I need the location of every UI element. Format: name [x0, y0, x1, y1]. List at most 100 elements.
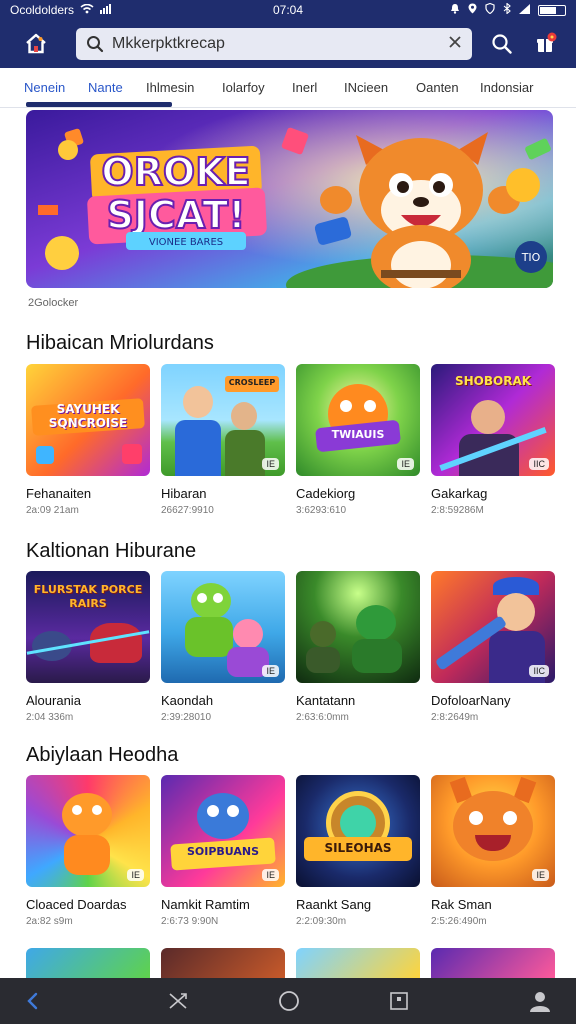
game-card-partial[interactable]	[296, 948, 420, 980]
wifi-icon	[80, 3, 94, 17]
tab-6[interactable]: Oanten	[416, 68, 480, 108]
shield-icon	[485, 2, 495, 17]
profile-button[interactable]	[520, 978, 560, 1024]
tab-5[interactable]: INcieen	[344, 68, 416, 108]
circle-home-icon	[279, 991, 299, 1011]
section-title-1: Hibaican Mriolurdans	[26, 332, 214, 354]
game-meta: 2:6:73 9:90N	[161, 916, 219, 927]
search-icon	[492, 34, 512, 54]
signal-icon	[100, 3, 112, 17]
game-meta: 2a:09 21am	[26, 505, 79, 516]
home-icon	[26, 33, 46, 54]
home-nav-button[interactable]	[269, 978, 309, 1024]
game-thumbnail: IE	[431, 775, 555, 887]
recents-button[interactable]	[379, 978, 419, 1024]
active-tab-indicator	[26, 102, 172, 107]
game-thumbnail: IE	[26, 775, 150, 887]
game-title: Rak Sman	[431, 897, 492, 912]
featured-banner[interactable]: OROKE SJCAT! VIONEE BARES TIO	[26, 110, 553, 288]
square-icon	[390, 992, 408, 1010]
game-card[interactable]: IE Kaondah 2:39:28010	[161, 571, 285, 723]
thumbnail-title: SHOBORAK	[454, 374, 532, 388]
thumbnail-title: SOIPBUANS	[186, 845, 260, 858]
search-bar	[76, 28, 472, 60]
game-card[interactable]: SOIPBUANS IE Namkit Ramtim 2:6:73 9:90N	[161, 775, 285, 927]
game-title: Cloaced Doardas	[26, 897, 127, 912]
banner-caption: 2Golocker	[28, 297, 79, 309]
close-icon	[449, 35, 461, 48]
cell-signal-icon	[519, 3, 530, 17]
game-card[interactable]: SHOBORAK IIC Gakarkag 2:8:59286M	[431, 364, 555, 516]
clear-search-button[interactable]	[448, 35, 462, 54]
game-badge: IIC	[529, 458, 549, 470]
back-icon	[27, 992, 38, 1010]
banner-title-line2: SJCAT!	[106, 193, 245, 237]
game-thumbnail: SILEOHAS	[296, 775, 420, 887]
game-title: Alourania	[26, 693, 81, 708]
game-thumbnail: IIC	[431, 571, 555, 683]
search-input[interactable]	[112, 35, 448, 53]
game-badge: IE	[262, 869, 279, 881]
banner-artwork: OROKE SJCAT! VIONEE BARES TIO	[26, 110, 553, 288]
game-badge: IE	[397, 458, 414, 470]
rewards-button[interactable]	[530, 28, 562, 60]
game-badge: IIC	[529, 665, 549, 677]
game-badge: IE	[127, 869, 144, 881]
thumbnail-title: CROSLEEP	[228, 378, 276, 387]
game-thumbnail	[296, 571, 420, 683]
game-meta: 26627:9910	[161, 505, 214, 516]
tab-7[interactable]: Indonsiar	[480, 68, 550, 108]
search-icon	[87, 36, 104, 53]
status-time: 07:04	[272, 3, 304, 17]
tab-4[interactable]: Inerl	[292, 68, 344, 108]
game-card[interactable]: TWIAUIS IE Cadekiorg 3:6293:610	[296, 364, 420, 516]
banner-tagline: VIONEE BARES	[149, 237, 223, 248]
banner-badge: TIO	[521, 251, 541, 264]
game-meta: 2:8:59286M	[431, 505, 484, 516]
game-card-partial[interactable]	[26, 948, 150, 980]
game-title: Hibaran	[161, 486, 207, 501]
banner-title-line1: OROKE	[101, 150, 250, 194]
home-button[interactable]	[18, 26, 54, 62]
game-thumbnail: CROSLEEP IE	[161, 364, 285, 476]
bluetooth-icon	[503, 2, 511, 17]
battery-icon	[538, 4, 566, 16]
game-title: Kantatann	[296, 693, 356, 708]
game-card[interactable]: SILEOHAS Raankt Sang 2:2:09:30m	[296, 775, 420, 927]
game-card[interactable]: Kantatann 2:63:6:0mm	[296, 571, 420, 723]
shuffle-button[interactable]	[158, 978, 198, 1024]
game-title: Raankt Sang	[296, 897, 372, 912]
game-meta: 2:8:2649m	[431, 712, 479, 723]
game-card[interactable]: CROSLEEP IE Hibaran 26627:9910	[161, 364, 285, 516]
game-meta: 3:6293:610	[296, 505, 347, 516]
game-card-partial[interactable]	[431, 948, 555, 980]
game-card[interactable]: FLURSTAK PORCE RAIRS Alourania 2:04 336m	[26, 571, 150, 723]
thumbnail-title: FLURSTAK PORCE RAIRS	[33, 583, 143, 610]
game-thumbnail: SAYUHEK SQNCROISE	[26, 364, 150, 476]
game-card[interactable]: SAYUHEK SQNCROISE Fehanaiten 2a:09 21am	[26, 364, 150, 516]
tab-3[interactable]: Iolarfoy	[222, 68, 292, 108]
back-button[interactable]	[14, 978, 54, 1024]
game-meta: 2:04 336m	[26, 712, 74, 723]
game-meta: 2:2:09:30m	[296, 916, 347, 927]
game-card[interactable]: IE Rak Sman 2:5:26:490m	[431, 775, 555, 927]
game-meta: 2:5:26:490m	[431, 916, 487, 927]
thumbnail-title: SAYUHEK SQNCROISE	[48, 402, 128, 430]
user-icon	[530, 992, 550, 1012]
search-button[interactable]	[486, 28, 518, 60]
game-badge: IE	[532, 869, 549, 881]
game-card-partial[interactable]	[161, 948, 285, 980]
game-title: DofoloarNany	[431, 693, 511, 708]
game-card[interactable]: IIC DofoloarNany 2:8:2649m	[431, 571, 555, 723]
game-thumbnail: FLURSTAK PORCE RAIRS	[26, 571, 150, 683]
game-title: Gakarkag	[431, 486, 488, 501]
location-icon	[468, 3, 477, 17]
game-meta: 2:63:6:0mm	[296, 712, 349, 723]
app-header	[0, 20, 576, 68]
section-title-3: Abiylaan Heodha	[26, 744, 179, 766]
game-title: Kaondah	[161, 693, 214, 708]
game-badge: IE	[262, 458, 279, 470]
game-card[interactable]: IE Cloaced Doardas 2a:82 s9m	[26, 775, 150, 927]
thumbnail-title: SILEOHAS	[324, 841, 392, 855]
thumbnail-title: TWIAUIS	[331, 428, 385, 441]
